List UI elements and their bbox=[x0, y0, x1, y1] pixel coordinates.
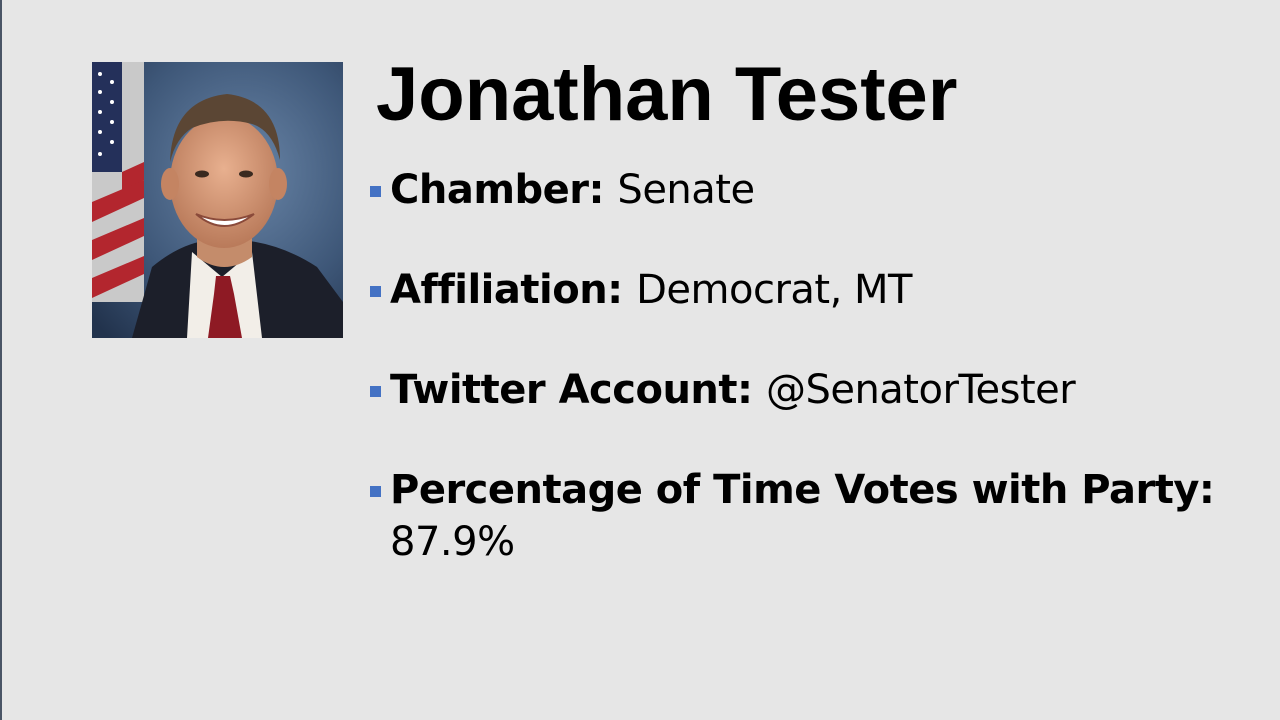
affiliation-label: Affiliation: bbox=[390, 267, 637, 313]
party-votes-label: Percentage of Time Votes with Party: bbox=[390, 467, 1215, 513]
square-bullet-icon bbox=[370, 486, 381, 497]
party-votes-value: 87.9% bbox=[390, 519, 515, 565]
chamber-value: Senate bbox=[617, 167, 755, 213]
slide-title: Jonathan Tester bbox=[376, 52, 958, 137]
affiliation-value: Democrat, MT bbox=[636, 267, 912, 313]
twitter-value: @SenatorTester bbox=[765, 367, 1076, 413]
bullet-party-votes: Percentage of Time Votes with Party: 87.… bbox=[368, 464, 1248, 568]
bullet-twitter: Twitter Account: @SenatorTester bbox=[368, 364, 1248, 416]
square-bullet-icon bbox=[370, 286, 381, 297]
portrait-photo bbox=[92, 62, 343, 338]
chamber-label: Chamber: bbox=[390, 167, 618, 213]
bullet-list: Chamber: Senate Affiliation: Democrat, M… bbox=[368, 164, 1248, 616]
twitter-label: Twitter Account: bbox=[390, 367, 766, 413]
square-bullet-icon bbox=[370, 386, 381, 397]
square-bullet-icon bbox=[370, 186, 381, 197]
bullet-chamber: Chamber: Senate bbox=[368, 164, 1248, 216]
bullet-affiliation: Affiliation: Democrat, MT bbox=[368, 264, 1248, 316]
slide-left-edge bbox=[0, 0, 2, 720]
